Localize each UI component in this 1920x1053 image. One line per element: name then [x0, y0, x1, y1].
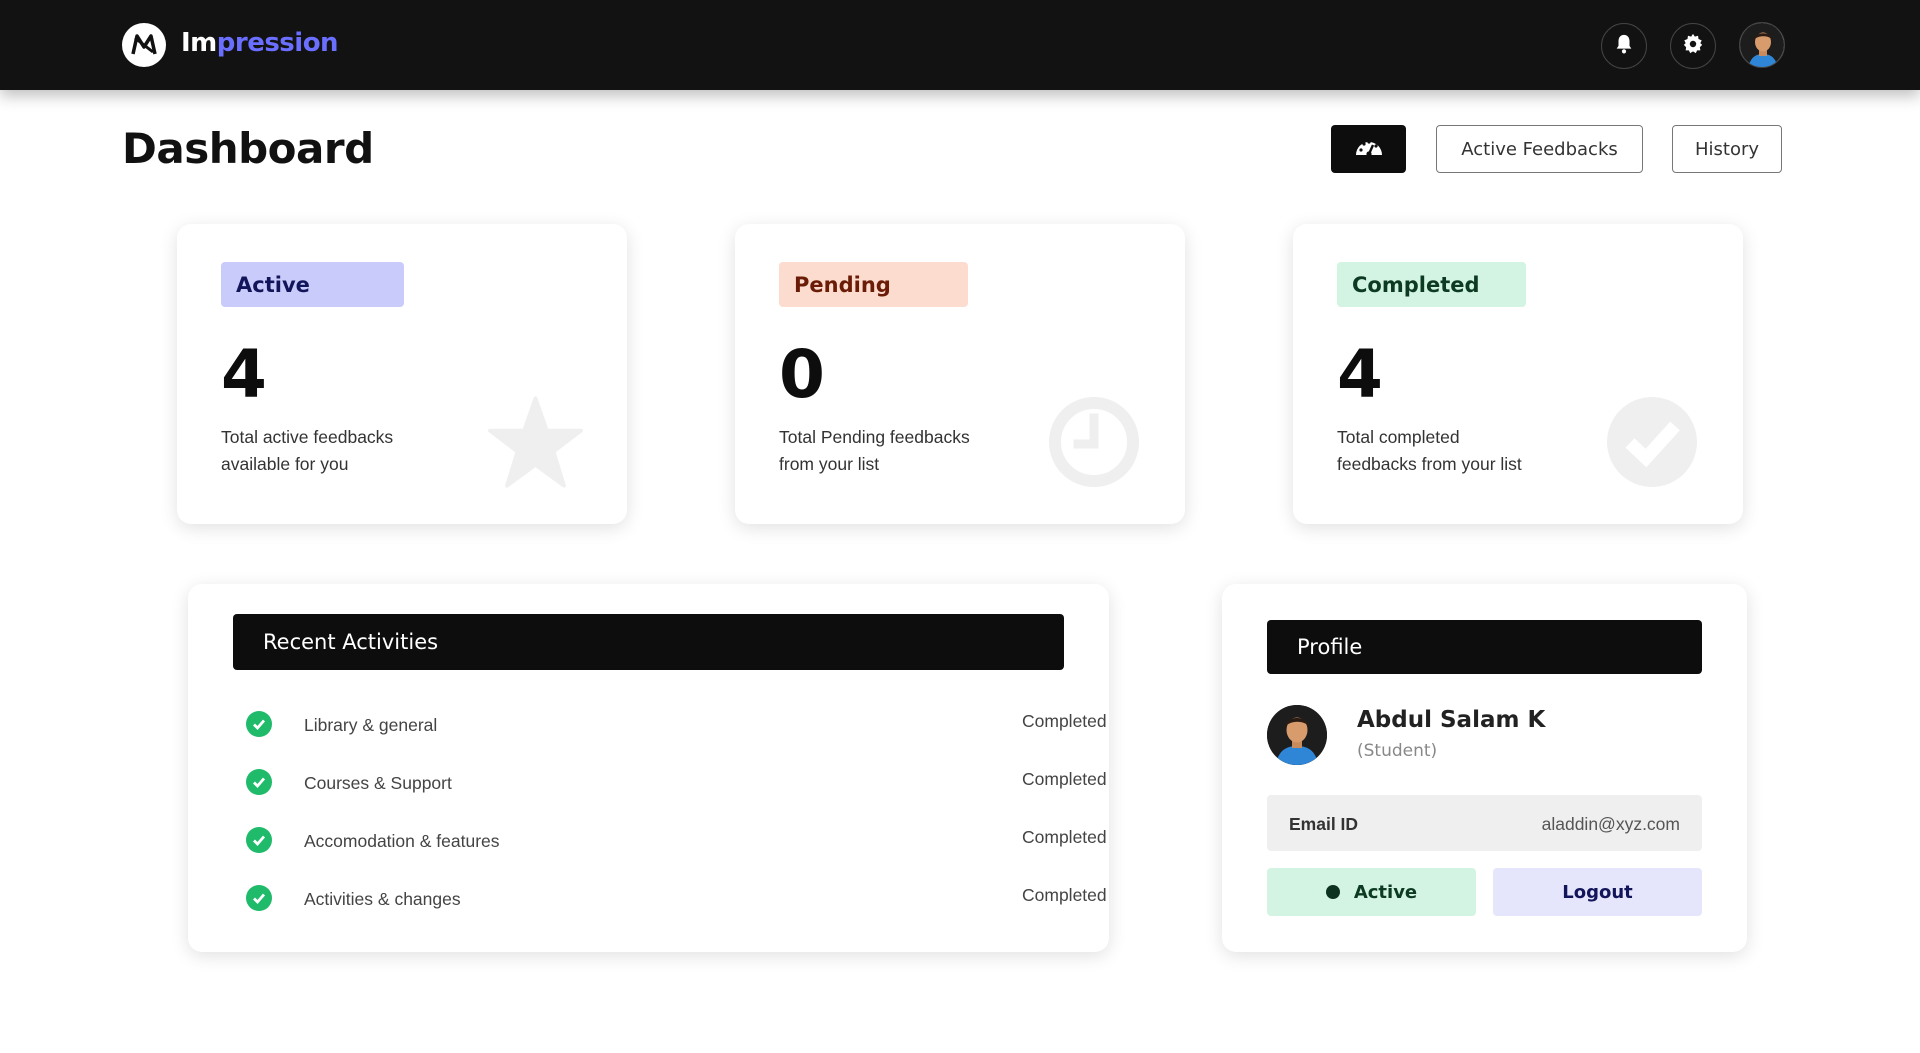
profile-title: Profile: [1267, 620, 1702, 674]
activity-status: Completed: [1022, 827, 1107, 847]
active-status-button[interactable]: Active: [1267, 868, 1476, 916]
stat-description-line: available for you: [221, 454, 349, 474]
user-avatar[interactable]: [1739, 22, 1785, 68]
history-button[interactable]: History: [1672, 125, 1782, 173]
logout-button[interactable]: Logout: [1493, 868, 1702, 916]
stat-description: Total active feedbacks available for you: [221, 424, 441, 478]
status-badge: Completed: [1337, 262, 1526, 307]
logo-icon[interactable]: [122, 23, 166, 67]
stat-description-line: feedbacks from your list: [1337, 454, 1522, 474]
profile-name: Abdul Salam K: [1357, 707, 1546, 733]
check-circle-icon: [246, 885, 272, 911]
activity-label: Library & general: [304, 715, 438, 735]
activity-status: Completed: [1022, 885, 1107, 905]
profile-panel: Profile Abdul Salam K (Student) Email ID…: [1222, 584, 1747, 952]
recent-activities-panel: Recent Activities Library & general Comp…: [188, 584, 1109, 952]
brand-name-part1: Im: [181, 28, 217, 58]
gear-icon: [1682, 33, 1704, 60]
dashboard-button[interactable]: [1331, 125, 1406, 173]
bell-icon: [1613, 33, 1635, 60]
activity-status: Completed: [1022, 711, 1107, 731]
brand-name[interactable]: Impression: [181, 28, 339, 58]
activity-label: Activities & changes: [304, 889, 461, 909]
email-row: Email ID aladdin@xyz.com: [1267, 795, 1702, 851]
clock-icon: [1046, 394, 1141, 489]
status-badge: Pending: [779, 262, 968, 307]
activity-label: Courses & Support: [304, 773, 452, 793]
check-circle-icon: [246, 827, 272, 853]
stat-description: Total Pending feedbacks from your list: [779, 424, 999, 478]
email-value: aladdin@xyz.com: [1541, 814, 1680, 834]
profile-role: (Student): [1357, 741, 1438, 761]
status-badge: Active: [221, 262, 404, 307]
stat-description-line: Total active feedbacks: [221, 427, 394, 447]
speedometer-icon: [1354, 135, 1384, 164]
star-icon: [488, 394, 583, 489]
stat-description-line: from your list: [779, 454, 880, 474]
stat-description: Total completed feedbacks from your list: [1337, 424, 1557, 478]
list-item[interactable]: Library & general Completed: [246, 709, 1107, 739]
notifications-button[interactable]: [1601, 23, 1647, 69]
stat-count: 0: [779, 336, 825, 413]
brand-name-part2: pression: [216, 28, 339, 58]
stat-count: 4: [221, 336, 267, 413]
stat-count: 4: [1337, 336, 1383, 413]
email-label: Email ID: [1289, 814, 1359, 834]
stat-card-active: Active 4 Total active feedbacks availabl…: [177, 224, 627, 524]
settings-button[interactable]: [1670, 23, 1716, 69]
check-circle-icon: [1604, 394, 1699, 489]
stat-description-line: Total Pending feedbacks: [779, 427, 970, 447]
stat-description-line: Total completed: [1337, 427, 1460, 447]
list-item[interactable]: Activities & changes Completed: [246, 883, 1107, 913]
activity-status: Completed: [1022, 769, 1107, 789]
list-item[interactable]: Courses & Support Completed: [246, 767, 1107, 797]
stat-card-pending: Pending 0 Total Pending feedbacks from y…: [735, 224, 1185, 524]
active-status-label: Active: [1353, 881, 1418, 903]
active-feedbacks-button[interactable]: Active Feedbacks: [1436, 125, 1643, 173]
activity-label: Accomodation & features: [304, 831, 500, 851]
check-circle-icon: [246, 711, 272, 737]
list-item[interactable]: Accomodation & features Completed: [246, 825, 1107, 855]
page-title: Dashboard: [122, 124, 374, 173]
recent-activities-title: Recent Activities: [233, 614, 1064, 670]
status-dot-icon: [1325, 885, 1340, 899]
avatar: [1267, 705, 1327, 765]
check-circle-icon: [246, 769, 272, 795]
top-navbar: Impression: [0, 0, 1920, 90]
stat-card-completed: Completed 4 Total completed feedbacks fr…: [1293, 224, 1743, 524]
